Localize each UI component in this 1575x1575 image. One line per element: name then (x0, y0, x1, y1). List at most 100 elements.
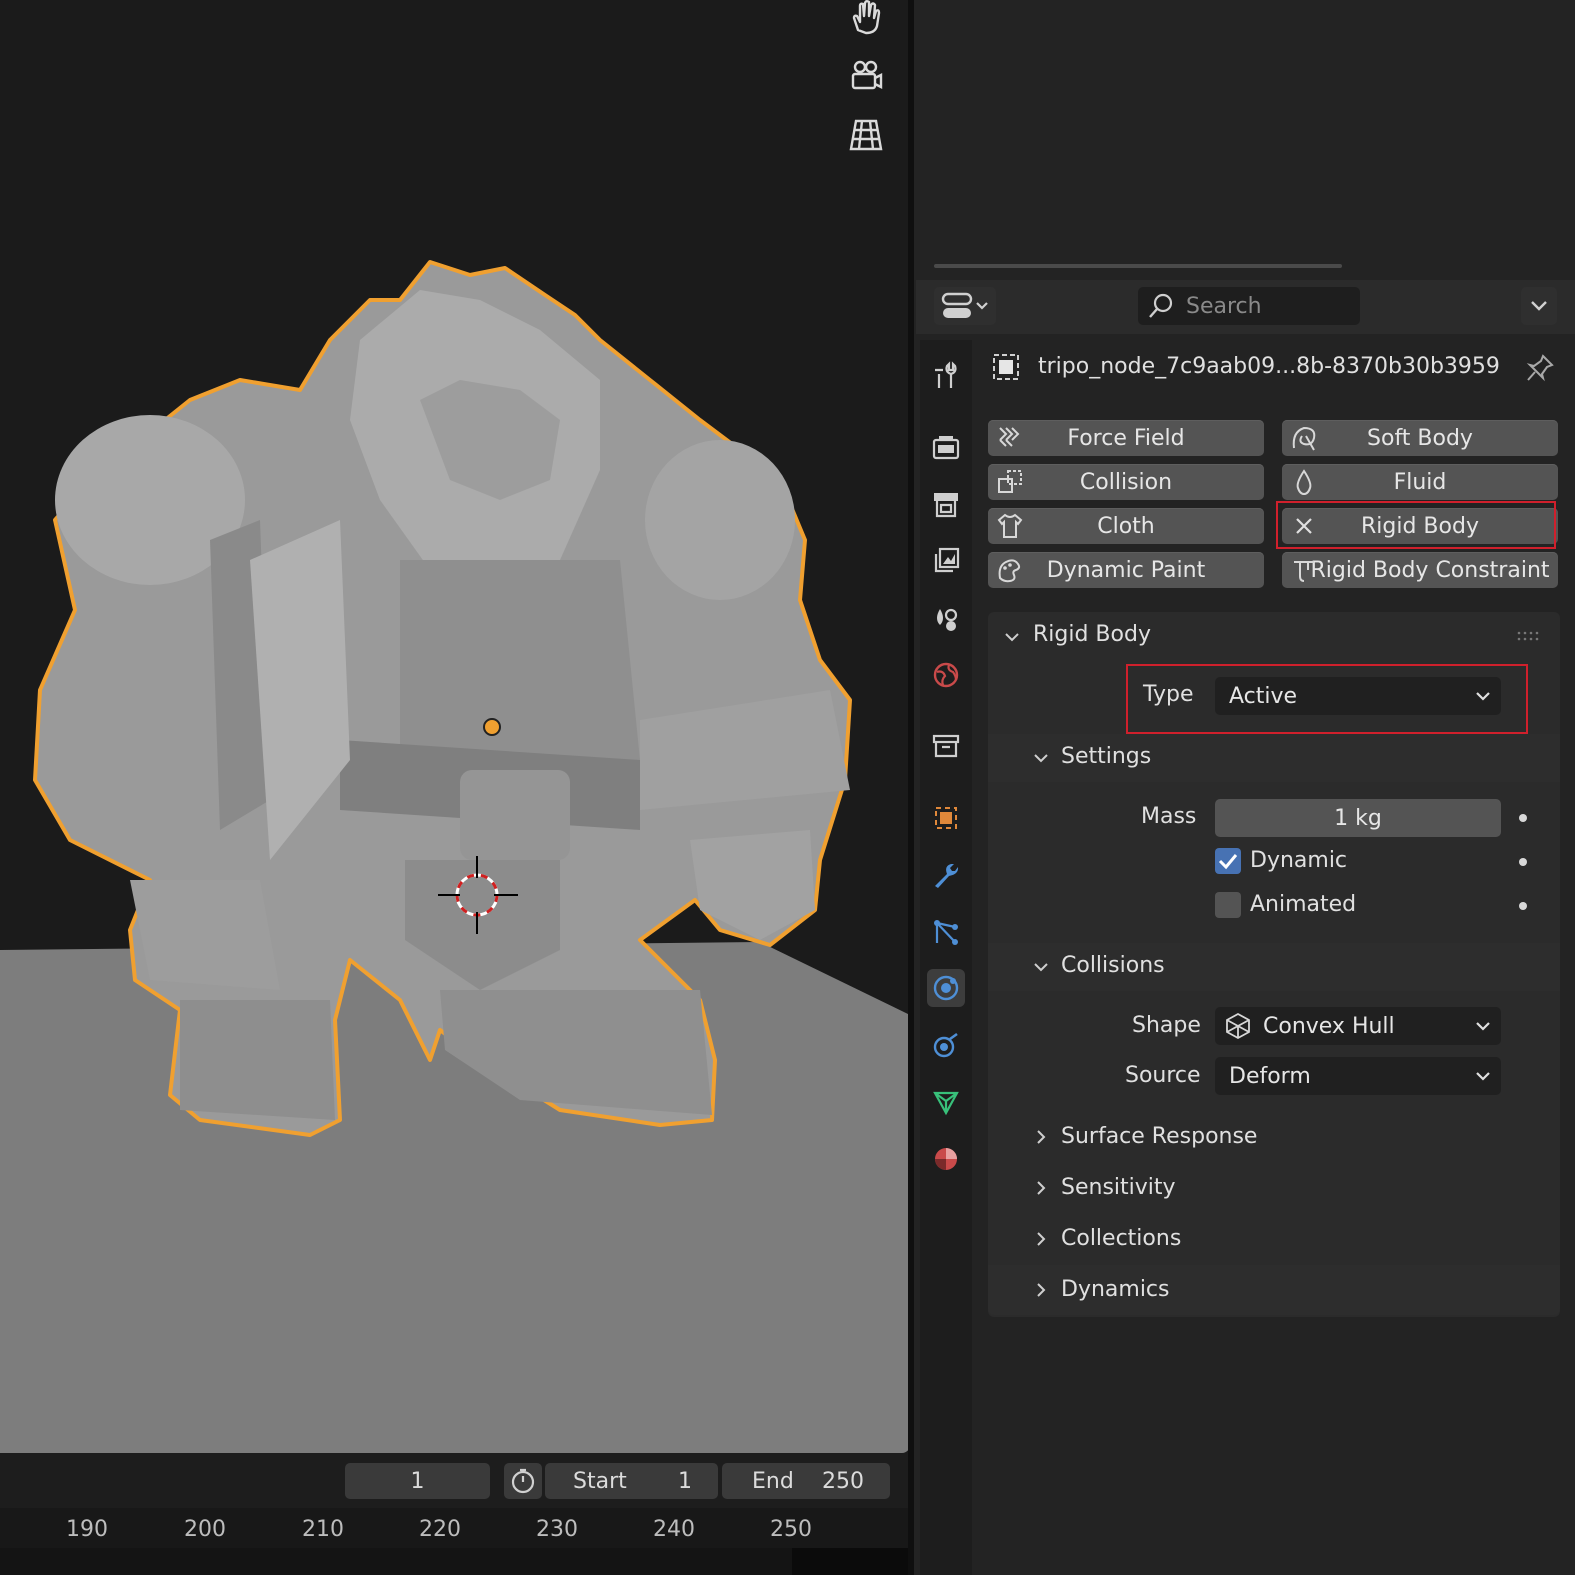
force-field-button[interactable]: Force Field (988, 420, 1264, 456)
source-value: Deform (1229, 1063, 1311, 1089)
perspective-grid-icon[interactable] (848, 117, 884, 153)
dynamic-paint-button[interactable]: Dynamic Paint (988, 552, 1264, 588)
tab-tool[interactable] (927, 356, 965, 394)
keyframe-dot-icon[interactable] (1519, 814, 1527, 822)
tab-scene[interactable] (927, 599, 965, 637)
dynamic-label: Dynamic (1250, 848, 1348, 873)
collections-subpanel[interactable]: Collections (988, 1215, 1560, 1263)
tool-icon (935, 361, 957, 388)
camera-view-icon[interactable] (848, 58, 884, 94)
fluid-icon (1296, 469, 1312, 496)
cloth-label: Cloth (1097, 513, 1155, 539)
end-frame-field[interactable]: End 250 (722, 1463, 890, 1499)
ruler-tick: 190 (66, 1517, 108, 1542)
scrollbar[interactable] (934, 264, 1342, 268)
dynamics-title: Dynamics (1061, 1277, 1170, 1302)
constraints-icon (933, 1032, 958, 1058)
tab-output[interactable] (927, 485, 965, 523)
soft-body-button[interactable]: Soft Body (1282, 420, 1558, 456)
animated-label: Animated (1250, 892, 1357, 917)
force-field-label: Force Field (1067, 425, 1185, 451)
rigid-body-highlight (1276, 501, 1556, 549)
tab-collection[interactable] (927, 727, 965, 765)
soft-body-label: Soft Body (1367, 425, 1473, 451)
settings-title: Settings (1061, 744, 1152, 769)
scene-icon (937, 608, 958, 631)
search-input[interactable]: Search (1138, 287, 1360, 325)
type-highlight (1126, 664, 1528, 734)
timer-icon[interactable] (504, 1463, 542, 1499)
physics-icon (933, 975, 959, 1001)
search-placeholder: Search (1186, 293, 1262, 319)
tab-world[interactable] (927, 656, 965, 694)
3d-viewport[interactable] (0, 0, 910, 1453)
animated-checkbox[interactable] (1215, 892, 1241, 918)
mass-label: Mass (1141, 804, 1197, 829)
collection-icon (932, 734, 960, 758)
properties-tabs (920, 340, 972, 1575)
keyframe-dot-icon[interactable] (1519, 858, 1527, 866)
tab-constraints[interactable] (927, 1026, 965, 1064)
tab-physics[interactable] (927, 969, 965, 1007)
options-dropdown-button[interactable] (1521, 287, 1557, 325)
mass-value: 1 kg (1334, 805, 1382, 831)
ruler-tick: 200 (184, 1517, 226, 1542)
tab-particles[interactable] (927, 913, 965, 951)
end-value: 250 (822, 1468, 864, 1494)
timeline-track[interactable] (0, 1548, 912, 1575)
tab-modifiers[interactable] (927, 856, 965, 894)
drag-handle-icon[interactable] (1516, 630, 1540, 642)
start-value: 1 (678, 1468, 692, 1494)
source-label: Source (1125, 1063, 1201, 1088)
cloth-button[interactable]: Cloth (988, 508, 1264, 544)
rigid-body-constraint-icon (1294, 561, 1314, 582)
source-dropdown[interactable]: Deform (1215, 1057, 1501, 1095)
rigid-body-constraint-button[interactable]: Rigid Body Constraint (1282, 552, 1558, 588)
dynamic-paint-label: Dynamic Paint (1046, 557, 1206, 583)
collision-button[interactable]: Collision (988, 464, 1264, 500)
material-icon (935, 1148, 957, 1170)
dynamics-subpanel[interactable]: Dynamics (988, 1265, 1560, 1315)
start-frame-field[interactable]: Start 1 (545, 1463, 718, 1499)
pin-icon[interactable] (1525, 353, 1555, 383)
object-icon (935, 807, 957, 829)
object-type-icon (991, 352, 1021, 382)
collision-label: Collision (1079, 469, 1173, 495)
ruler-tick: 220 (419, 1517, 461, 1542)
sensitivity-subpanel[interactable]: Sensitivity (988, 1164, 1560, 1212)
mass-field[interactable]: 1 kg (1215, 799, 1501, 837)
chevron-right-icon (1037, 1181, 1046, 1195)
render-icon (932, 436, 960, 460)
search-icon (1149, 293, 1173, 318)
shape-label: Shape (1132, 1013, 1201, 1038)
shape-dropdown[interactable]: Convex Hull (1215, 1007, 1501, 1045)
fluid-button[interactable]: Fluid (1282, 464, 1558, 500)
tab-data[interactable] (927, 1083, 965, 1121)
output-icon (934, 493, 958, 518)
sensitivity-title: Sensitivity (1061, 1175, 1176, 1200)
tab-object[interactable] (927, 799, 965, 837)
collections-title: Collections (1061, 1226, 1182, 1251)
chevron-right-icon (1037, 1130, 1046, 1144)
object-origin (483, 718, 501, 736)
start-label: Start (573, 1468, 627, 1494)
tab-view-layer[interactable] (927, 542, 965, 580)
collisions-title: Collisions (1061, 953, 1165, 978)
cloth-icon (997, 513, 1023, 538)
tab-material[interactable] (927, 1140, 965, 1178)
chevron-down-icon (1034, 963, 1048, 972)
current-frame-field[interactable]: 1 (345, 1463, 490, 1499)
surface-response-title: Surface Response (1061, 1124, 1258, 1149)
view-layer-icon (934, 547, 960, 573)
surface-response-subpanel[interactable]: Surface Response (988, 1113, 1560, 1161)
properties-editor-icon (941, 292, 988, 318)
dynamic-checkbox[interactable] (1215, 848, 1241, 874)
hand-pan-icon[interactable] (848, 0, 884, 36)
checkmark-icon (1218, 854, 1238, 870)
world-icon (933, 662, 959, 688)
keyframe-dot-icon[interactable] (1519, 902, 1527, 910)
editor-type-button[interactable] (934, 287, 996, 325)
tab-render[interactable] (927, 428, 965, 466)
dynamic-paint-icon (998, 559, 1021, 583)
rigid-body-panel-title: Rigid Body (1033, 622, 1151, 647)
